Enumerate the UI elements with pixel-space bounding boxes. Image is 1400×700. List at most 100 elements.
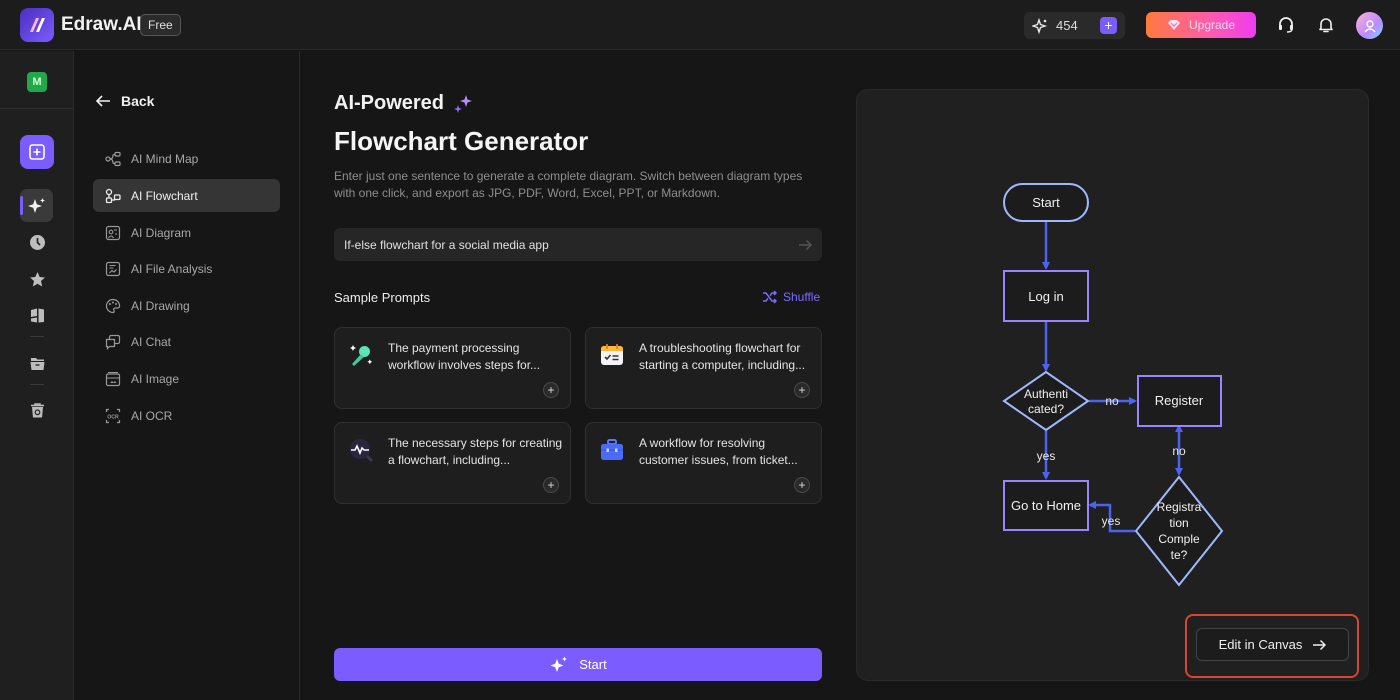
clock-icon <box>29 234 45 250</box>
rail-ai-tools[interactable] <box>20 189 53 222</box>
add-prompt-button[interactable]: + <box>543 382 559 398</box>
sparkle-icon <box>550 656 568 672</box>
edge-label-auth-yes: yes <box>1037 449 1056 463</box>
node-registration-complete <box>1134 475 1224 587</box>
add-credits-button[interactable]: + <box>1100 17 1117 34</box>
templates-icon <box>30 308 44 322</box>
nav-ai-mind-map[interactable]: AI Mind Map <box>93 142 280 175</box>
trash-icon <box>30 402 44 417</box>
node-auth-label-2: cated? <box>1028 402 1064 416</box>
flowchart-preview: no yes no yes Start Log in Authenti cate… <box>856 89 1369 681</box>
logo-icon <box>30 18 45 32</box>
palette-icon <box>104 297 121 314</box>
left-rail: M <box>0 51 74 700</box>
active-indicator <box>20 196 23 215</box>
generator-panel: AI-Powered Flowchart Generator Enter jus… <box>301 51 841 700</box>
upgrade-label: Upgrade <box>1188 18 1236 32</box>
prompt-field[interactable] <box>334 228 822 261</box>
eyebrow-heading: AI-Powered <box>334 92 474 115</box>
edge-label-reg-yes: yes <box>1102 514 1121 528</box>
image-icon <box>104 370 121 387</box>
rail-divider <box>0 108 74 109</box>
nav-ai-drawing[interactable]: AI Drawing <box>93 289 280 322</box>
sparkle-icon <box>27 197 45 213</box>
mindmap-icon <box>104 150 121 167</box>
edit-in-canvas-button[interactable]: Edit in Canvas <box>1196 628 1349 661</box>
user-avatar[interactable] <box>1356 12 1383 39</box>
nav-label: AI Mind Map <box>131 151 199 166</box>
flowchart-icon <box>104 187 121 204</box>
node-regcomplete-label-4: te? <box>1171 548 1188 562</box>
sample-prompt-text: The payment processing workflow involves… <box>388 341 541 372</box>
sample-prompt-text: A troubleshooting flowchart for starting… <box>639 341 806 372</box>
rail-templates[interactable] <box>27 305 47 325</box>
top-bar: Edraw.AI Free 454 + Upgrade <box>0 0 1400 50</box>
nav-label: AI Image <box>131 371 180 386</box>
nav-ai-flowchart[interactable]: AI Flowchart <box>93 179 280 212</box>
upgrade-button[interactable]: Upgrade <box>1146 12 1256 38</box>
back-button[interactable]: Back <box>95 93 154 109</box>
ai-tools-sidebar: Back AI Mind Map AI Flowchart AI Diagram… <box>75 51 300 700</box>
edge-label-auth-no: no <box>1105 394 1119 408</box>
sample-prompt-card[interactable]: A troubleshooting flowchart for starting… <box>585 327 822 409</box>
star-icon <box>29 271 45 286</box>
folder-icon <box>30 357 44 370</box>
edit-in-canvas-label: Edit in Canvas <box>1218 637 1303 652</box>
bell-icon <box>1319 18 1333 33</box>
sample-prompt-card[interactable]: A workflow for resolving customer issues… <box>585 422 822 504</box>
support-button[interactable] <box>1275 14 1297 36</box>
credits-value: 454 <box>1056 18 1078 33</box>
nav-ai-diagram[interactable]: AI Diagram <box>93 216 280 249</box>
notifications-button[interactable] <box>1315 14 1337 36</box>
file-analysis-icon <box>104 260 121 277</box>
sample-prompt-card[interactable]: The payment processing workflow involves… <box>334 327 571 409</box>
flowchart-diagram: no yes no yes Start Log in Authenti cate… <box>1002 183 1224 587</box>
plan-badge: Free <box>140 14 181 36</box>
svg-text:OCR: OCR <box>107 414 119 420</box>
sample-prompts-heading: Sample Prompts <box>334 290 431 305</box>
add-prompt-button[interactable]: + <box>543 477 559 493</box>
credits-counter[interactable]: 454 + <box>1024 12 1125 39</box>
node-auth-label-1: Authenti <box>1024 387 1068 401</box>
shuffle-button[interactable]: Shuffle <box>762 290 820 304</box>
pulse-search-icon <box>348 437 374 463</box>
rail-files[interactable] <box>27 353 47 373</box>
node-register-label: Register <box>1155 393 1204 408</box>
workspace-badge[interactable]: M <box>27 72 47 92</box>
nav-ai-chat[interactable]: AI Chat <box>93 325 280 358</box>
node-authenticated <box>1002 370 1090 432</box>
back-label: Back <box>121 93 155 109</box>
start-label: Start <box>579 657 607 672</box>
nav-ai-image[interactable]: AI Image <box>93 362 280 395</box>
edge-label-reg-no: no <box>1172 444 1186 458</box>
rail-trash[interactable] <box>27 400 47 420</box>
briefcase-icon <box>599 437 625 463</box>
add-prompt-button[interactable]: + <box>794 382 810 398</box>
nav-ai-file-analysis[interactable]: AI File Analysis <box>93 252 280 285</box>
page-title: Flowchart Generator <box>334 126 589 156</box>
arrow-right-icon <box>1313 639 1327 650</box>
new-file-icon <box>29 144 45 160</box>
rail-divider <box>30 336 44 337</box>
calendar-checklist-icon <box>599 342 625 368</box>
rail-favorites[interactable] <box>27 269 47 289</box>
node-regcomplete-label-1: Registra <box>1157 500 1202 514</box>
send-arrow-icon[interactable] <box>798 239 812 251</box>
nav-label: AI File Analysis <box>131 261 213 276</box>
shuffle-icon <box>763 290 778 304</box>
brand-name: Edraw.AI <box>61 14 142 35</box>
edraw-logo[interactable] <box>20 8 54 42</box>
sample-prompt-card[interactable]: The necessary steps for creating a flowc… <box>334 422 571 504</box>
eyebrow-text: AI-Powered <box>334 92 445 114</box>
node-start-label: Start <box>1032 195 1060 210</box>
new-document-button[interactable] <box>20 135 54 169</box>
prompt-input[interactable] <box>344 237 798 252</box>
node-regcomplete-label-2: tion <box>1169 516 1188 530</box>
nav-ai-ocr[interactable]: OCR AI OCR <box>93 399 280 432</box>
microphone-icon <box>348 342 374 368</box>
diagram-icon <box>104 224 121 241</box>
start-button[interactable]: Start <box>334 648 822 681</box>
add-prompt-button[interactable]: + <box>794 477 810 493</box>
nav-label: AI OCR <box>131 408 173 423</box>
rail-recent[interactable] <box>27 232 47 252</box>
